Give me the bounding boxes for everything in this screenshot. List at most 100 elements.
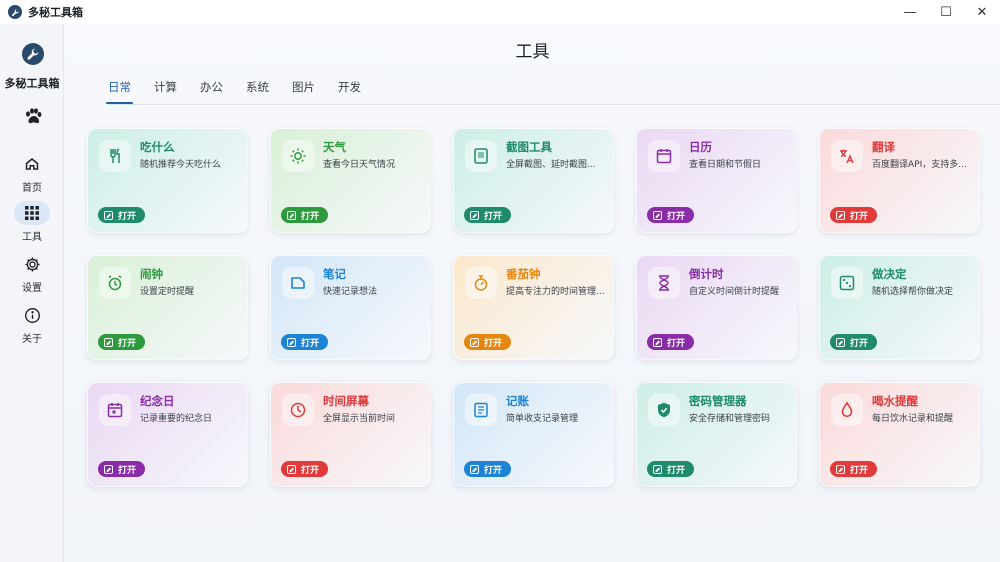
tab-develop[interactable]: 开发 [338, 78, 361, 104]
open-button-label: 打开 [301, 465, 320, 476]
card-title: 纪念日 [140, 394, 175, 408]
open-button[interactable]: 打开 [281, 334, 329, 350]
main-content: 工具 日常 计算 办公 系统 图片 开发 吃什么 随机推荐今天吃什么 打开 天气… [65, 24, 1000, 562]
open-button-label: 打开 [118, 338, 137, 349]
sidebar-item-label: 工具 [22, 232, 42, 243]
event-icon [99, 394, 131, 426]
tool-card-ledger[interactable]: 记账 简单收支记录管理 打开 [453, 382, 614, 487]
open-icon [104, 337, 113, 347]
card-description: 查看今日天气情况 [323, 160, 396, 170]
tab-calculate[interactable]: 计算 [154, 78, 177, 104]
brand-name: 多秘工具箱 [4, 77, 60, 90]
tool-card-translate[interactable]: 翻译 百度翻译API，支持多... 打开 [819, 128, 980, 233]
open-icon [470, 210, 479, 220]
alarm-icon [99, 267, 131, 299]
open-button[interactable]: 打开 [830, 207, 878, 223]
sidebar-item-home[interactable]: 首页 [8, 152, 56, 198]
open-icon [653, 337, 662, 347]
maximize-button[interactable]: ☐ [928, 0, 964, 24]
open-button[interactable]: 打开 [281, 461, 329, 477]
tool-card-note[interactable]: 笔记 快速记录想法 打开 [270, 255, 431, 360]
open-button-label: 打开 [301, 211, 320, 222]
sidebar: 多秘工具箱 首页 工具 设置 关于 [0, 24, 64, 562]
card-description: 全屏显示当前时间 [323, 414, 396, 424]
tab-office[interactable]: 办公 [200, 78, 223, 104]
hourglass-icon [648, 267, 680, 299]
open-button[interactable]: 打开 [281, 207, 329, 223]
tool-card-utensils[interactable]: 吃什么 随机推荐今天吃什么 打开 [87, 128, 248, 233]
tool-card-water-drop[interactable]: 喝水提醒 每日饮水记录和提醒 打开 [819, 382, 980, 487]
open-button-label: 打开 [850, 465, 869, 476]
tool-card-screenshot[interactable]: 截图工具 全屏截图、延时截图... 打开 [453, 128, 614, 233]
card-title: 闹钟 [140, 267, 163, 281]
tool-card-calendar[interactable]: 日历 查看日期和节假日 打开 [636, 128, 797, 233]
window-title: 多秘工具箱 [28, 6, 83, 19]
tool-card-grid: 吃什么 随机推荐今天吃什么 打开 天气 查看今日天气情况 打开 截图工具 全屏截… [87, 128, 980, 488]
wrench-icon [22, 43, 44, 65]
open-button-label: 打开 [484, 211, 503, 222]
open-button[interactable]: 打开 [647, 207, 695, 223]
tab-daily[interactable]: 日常 [106, 78, 133, 104]
open-button[interactable]: 打开 [464, 461, 512, 477]
card-description: 随机推荐今天吃什么 [140, 160, 222, 170]
open-icon [653, 464, 662, 474]
open-button[interactable]: 打开 [647, 461, 695, 477]
home-icon [14, 152, 50, 176]
card-title: 番茄钟 [506, 267, 541, 281]
sidebar-item-label: 关于 [22, 334, 42, 345]
page-title: 工具 [515, 42, 550, 62]
close-button[interactable]: ✕ [964, 0, 1000, 24]
open-icon [104, 210, 113, 220]
open-icon [287, 337, 296, 347]
open-button[interactable]: 打开 [830, 334, 878, 350]
open-icon [836, 337, 845, 347]
open-button[interactable]: 打开 [98, 461, 146, 477]
tool-card-timer[interactable]: 番茄钟 提高专注力的时间管理... 打开 [453, 255, 614, 360]
open-button-label: 打开 [850, 211, 869, 222]
ledger-icon [465, 394, 497, 426]
water-drop-icon [831, 394, 863, 426]
open-button-label: 打开 [484, 465, 503, 476]
timer-icon [465, 267, 497, 299]
minimize-button[interactable]: — [892, 0, 928, 24]
card-description: 快速记录想法 [323, 287, 378, 297]
open-button[interactable]: 打开 [464, 207, 512, 223]
open-button-label: 打开 [667, 211, 686, 222]
screenshot-icon [465, 140, 497, 172]
apps-grid-icon [14, 201, 50, 225]
sidebar-item-tools[interactable]: 工具 [8, 201, 56, 247]
tool-card-hourglass[interactable]: 倒计时 自定义时间倒计时提醒 打开 [636, 255, 797, 360]
paw-icon[interactable] [23, 106, 43, 126]
gear-icon [14, 252, 50, 276]
open-icon [470, 337, 479, 347]
card-title: 截图工具 [506, 140, 552, 154]
sidebar-item-settings[interactable]: 设置 [8, 252, 56, 298]
tool-card-sun[interactable]: 天气 查看今日天气情况 打开 [270, 128, 431, 233]
tool-card-clock[interactable]: 时间屏幕 全屏显示当前时间 打开 [270, 382, 431, 487]
open-button-label: 打开 [118, 211, 137, 222]
sun-icon [282, 140, 314, 172]
card-description: 全屏截图、延时截图... [506, 160, 596, 170]
tool-card-event[interactable]: 纪念日 记录重要的纪念日 打开 [87, 382, 248, 487]
card-description: 百度翻译API，支持多... [872, 160, 967, 170]
tool-card-dice[interactable]: 做决定 随机选择帮你做决定 打开 [819, 255, 980, 360]
open-button-label: 打开 [850, 338, 869, 349]
sidebar-item-about[interactable]: 关于 [8, 303, 56, 349]
open-button[interactable]: 打开 [98, 207, 146, 223]
tool-card-alarm[interactable]: 闹钟 设置定时提醒 打开 [87, 255, 248, 360]
open-button-label: 打开 [667, 338, 686, 349]
open-button[interactable]: 打开 [464, 334, 512, 350]
dice-icon [831, 267, 863, 299]
open-button[interactable]: 打开 [647, 334, 695, 350]
tool-card-shield[interactable]: 密码管理器 安全存储和管理密码 打开 [636, 382, 797, 487]
translate-icon [831, 140, 863, 172]
card-title: 密码管理器 [689, 394, 747, 408]
tab-system[interactable]: 系统 [246, 78, 269, 104]
open-button[interactable]: 打开 [98, 334, 146, 350]
open-button[interactable]: 打开 [830, 461, 878, 477]
tab-image[interactable]: 图片 [292, 78, 315, 104]
card-title: 翻译 [872, 140, 895, 154]
category-tabs: 日常 计算 办公 系统 图片 开发 [106, 78, 384, 104]
info-icon [14, 303, 50, 327]
card-title: 时间屏幕 [323, 394, 369, 408]
